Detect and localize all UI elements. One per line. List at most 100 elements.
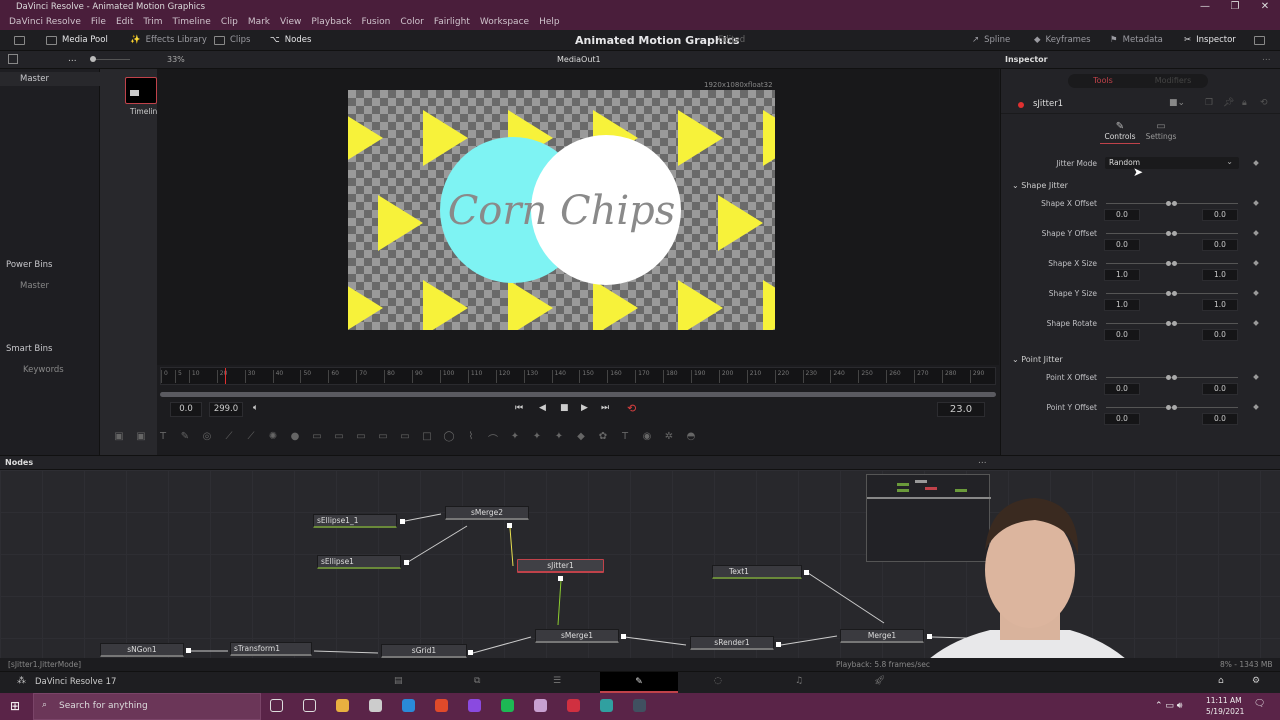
minimize-button[interactable]: — xyxy=(1190,0,1220,14)
fusion-tool-icon[interactable]: ▭ xyxy=(396,431,414,443)
node-sEllipse1[interactable]: sEllipse1 xyxy=(317,555,401,569)
effects-library-button[interactable]: ✨ Effects Library xyxy=(130,30,207,51)
fusion-tool-icon[interactable]: ✎ xyxy=(176,431,194,443)
range-slider[interactable] xyxy=(1106,321,1238,326)
low-value-field[interactable]: 0.0 xyxy=(1104,383,1140,395)
page-fairlight-icon[interactable]: ♫ xyxy=(795,676,803,686)
go-to-end-button[interactable]: ⏭ xyxy=(601,403,609,413)
menu-timeline[interactable]: Timeline xyxy=(168,14,216,30)
lock-icon[interactable]: 🔒︎ xyxy=(1242,98,1247,108)
panel-toggle-icon[interactable] xyxy=(8,54,18,64)
cortana-taskbar-icon[interactable] xyxy=(270,699,283,712)
clips-button[interactable]: Clips xyxy=(214,30,250,51)
output-port[interactable] xyxy=(400,519,405,524)
menu-playback[interactable]: Playback xyxy=(306,14,356,30)
range-slider[interactable] xyxy=(1106,261,1238,266)
high-value-field[interactable]: 0.0 xyxy=(1202,383,1238,395)
power-bin-master[interactable]: Master xyxy=(20,281,49,291)
node-sJitter1[interactable]: sJitter1 xyxy=(517,559,604,573)
node-sMerge2[interactable]: sMerge2 xyxy=(445,506,529,520)
taskbar-search[interactable]: ⌕ Search for anything xyxy=(33,693,261,720)
bin-master[interactable]: Master xyxy=(0,72,100,86)
jitter-mode-dropdown[interactable]: Random ⌄ xyxy=(1105,157,1239,169)
timeline-clip-thumbnail[interactable] xyxy=(125,77,157,104)
pin-icon[interactable]: 📌︎ xyxy=(1223,98,1234,108)
fusion-tool-icon[interactable]: ⌇ xyxy=(462,431,480,443)
fusion-tool-icon[interactable]: T xyxy=(154,431,172,443)
range-slider[interactable] xyxy=(1106,291,1238,296)
home-icon[interactable]: ⌂ xyxy=(1218,676,1224,686)
node-sRender1[interactable]: sRender1 xyxy=(690,636,774,650)
output-port[interactable] xyxy=(507,523,512,528)
spotify-taskbar-icon[interactable] xyxy=(501,699,514,712)
fullscreen-button[interactable] xyxy=(1254,30,1265,51)
task-view-taskbar-icon[interactable] xyxy=(303,699,316,712)
fusion-tool-icon[interactable]: ▭ xyxy=(374,431,392,443)
audio-icon[interactable]: 🔈︎ xyxy=(253,403,258,413)
node-sGrid1[interactable]: sGrid1 xyxy=(381,644,467,658)
play-button[interactable]: ▶ xyxy=(581,403,588,413)
fusion-tool-icon[interactable]: ▭ xyxy=(352,431,370,443)
menu-color[interactable]: Color xyxy=(395,14,429,30)
fusion-tool-icon[interactable]: ⟋ xyxy=(220,431,238,443)
high-value-field[interactable]: 0.0 xyxy=(1202,209,1238,221)
inspector-button[interactable]: ✂ Inspector xyxy=(1184,30,1236,51)
playhead[interactable] xyxy=(225,368,227,384)
menu-davinci-resolve[interactable]: DaVinci Resolve xyxy=(4,14,86,30)
page-edit-icon[interactable]: ☰ xyxy=(553,676,561,686)
node-sNGon1[interactable]: sNGon1 xyxy=(100,643,184,657)
low-value-field[interactable]: 1.0 xyxy=(1104,299,1140,311)
tool-enable-toggle[interactable] xyxy=(1018,102,1024,108)
workspace-toggle-button[interactable] xyxy=(14,30,25,51)
menu-fusion[interactable]: Fusion xyxy=(357,14,396,30)
color-select[interactable]: ■⌄ xyxy=(1169,98,1185,108)
low-value-field[interactable]: 0.0 xyxy=(1104,239,1140,251)
group-header-1[interactable]: ⌄ Point Jitter xyxy=(1012,355,1063,364)
fusion-tool-icon[interactable]: ◆ xyxy=(572,431,590,443)
stop-button[interactable]: ■ xyxy=(560,403,569,413)
range-slider[interactable] xyxy=(1106,375,1238,380)
page-fusion-tab[interactable]: ✎ xyxy=(600,672,678,693)
output-port[interactable] xyxy=(804,570,809,575)
loop-button[interactable]: ⟲ xyxy=(627,402,636,415)
page-color-icon[interactable]: ◌ xyxy=(714,676,722,686)
clock-time[interactable]: 11:11 AM xyxy=(1206,696,1242,705)
app-taskbar-icon[interactable] xyxy=(600,699,613,712)
spline-button[interactable]: ↗ Spline xyxy=(972,30,1010,51)
tab-tools[interactable]: Tools xyxy=(1068,74,1138,88)
menu-edit[interactable]: Edit xyxy=(111,14,138,30)
menu-mark[interactable]: Mark xyxy=(243,14,275,30)
system-tray-icons[interactable]: ⌃ ▭ 🔊︎ xyxy=(1155,701,1182,711)
file-explorer-taskbar-icon[interactable] xyxy=(336,699,349,712)
maximize-button[interactable]: ❐ xyxy=(1220,0,1250,14)
fusion-tool-icon[interactable]: ◎ xyxy=(198,431,216,443)
low-value-field[interactable]: 1.0 xyxy=(1104,269,1140,281)
group-header-0[interactable]: ⌄ Shape Jitter xyxy=(1012,181,1068,190)
node-Text1[interactable]: Text1 xyxy=(712,565,802,579)
node-sEllipse1_1[interactable]: sEllipse1_1 xyxy=(313,514,397,528)
obs-taskbar-icon[interactable] xyxy=(369,699,382,712)
fusion-tool-icon[interactable]: ● xyxy=(286,431,304,443)
subtab-settings[interactable]: ▭ Settings xyxy=(1141,121,1181,141)
app-taskbar-icon[interactable] xyxy=(567,699,580,712)
metadata-button[interactable]: ⚑ Metadata xyxy=(1110,30,1163,51)
page-media-icon[interactable]: ▤ xyxy=(394,676,403,686)
keyframes-button[interactable]: ◆ Keyframes xyxy=(1034,30,1091,51)
low-value-field[interactable]: 0.0 xyxy=(1104,329,1140,341)
timeline-scrollbar[interactable] xyxy=(160,392,996,397)
fusion-tool-icon[interactable]: ◯ xyxy=(440,431,458,443)
fusion-tool-icon[interactable]: ▣ xyxy=(110,431,128,443)
menu-fairlight[interactable]: Fairlight xyxy=(429,14,475,30)
output-port[interactable] xyxy=(404,560,409,565)
low-value-field[interactable]: 0.0 xyxy=(1104,413,1140,425)
media-pool-button[interactable]: Media Pool xyxy=(46,30,108,51)
node-sMerge1[interactable]: sMerge1 xyxy=(535,629,619,643)
version-icon[interactable]: ❐ xyxy=(1205,98,1213,108)
page-cut-icon[interactable]: ⧉ xyxy=(474,676,480,686)
viewer-canvas[interactable]: Corn Chips xyxy=(348,90,775,330)
close-button[interactable]: ✕ xyxy=(1250,0,1280,14)
menu-view[interactable]: View xyxy=(275,14,306,30)
fusion-tool-icon[interactable]: ⟋ xyxy=(242,431,260,443)
fusion-tool-icon[interactable]: ✲ xyxy=(660,431,678,443)
go-to-start-button[interactable]: ⏮ xyxy=(515,403,523,413)
